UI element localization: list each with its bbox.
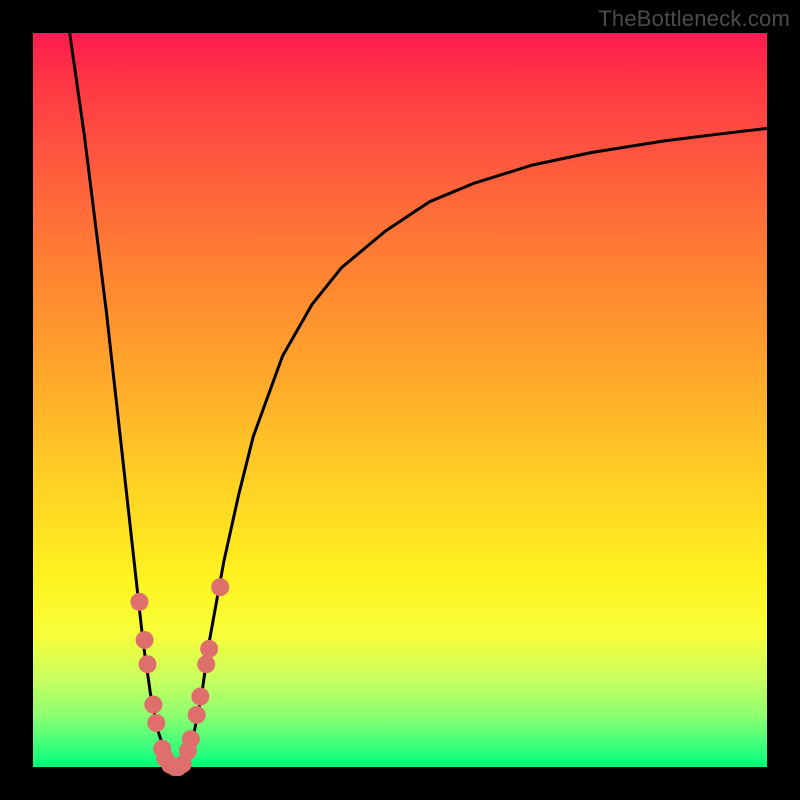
data-point bbox=[197, 655, 215, 673]
data-point bbox=[188, 706, 206, 724]
plot-area bbox=[33, 33, 767, 767]
watermark-text: TheBottleneck.com bbox=[598, 6, 790, 32]
data-point bbox=[211, 578, 229, 596]
curve-path bbox=[70, 33, 767, 767]
data-point bbox=[147, 714, 165, 732]
data-point bbox=[136, 631, 154, 649]
data-point bbox=[139, 655, 157, 673]
chart-frame: TheBottleneck.com bbox=[0, 0, 800, 800]
data-point bbox=[191, 688, 209, 706]
data-point bbox=[144, 696, 162, 714]
data-point bbox=[200, 640, 218, 658]
data-point bbox=[130, 593, 148, 611]
data-point bbox=[182, 730, 200, 748]
chart-svg bbox=[33, 33, 767, 767]
bottleneck-curve bbox=[70, 33, 767, 767]
